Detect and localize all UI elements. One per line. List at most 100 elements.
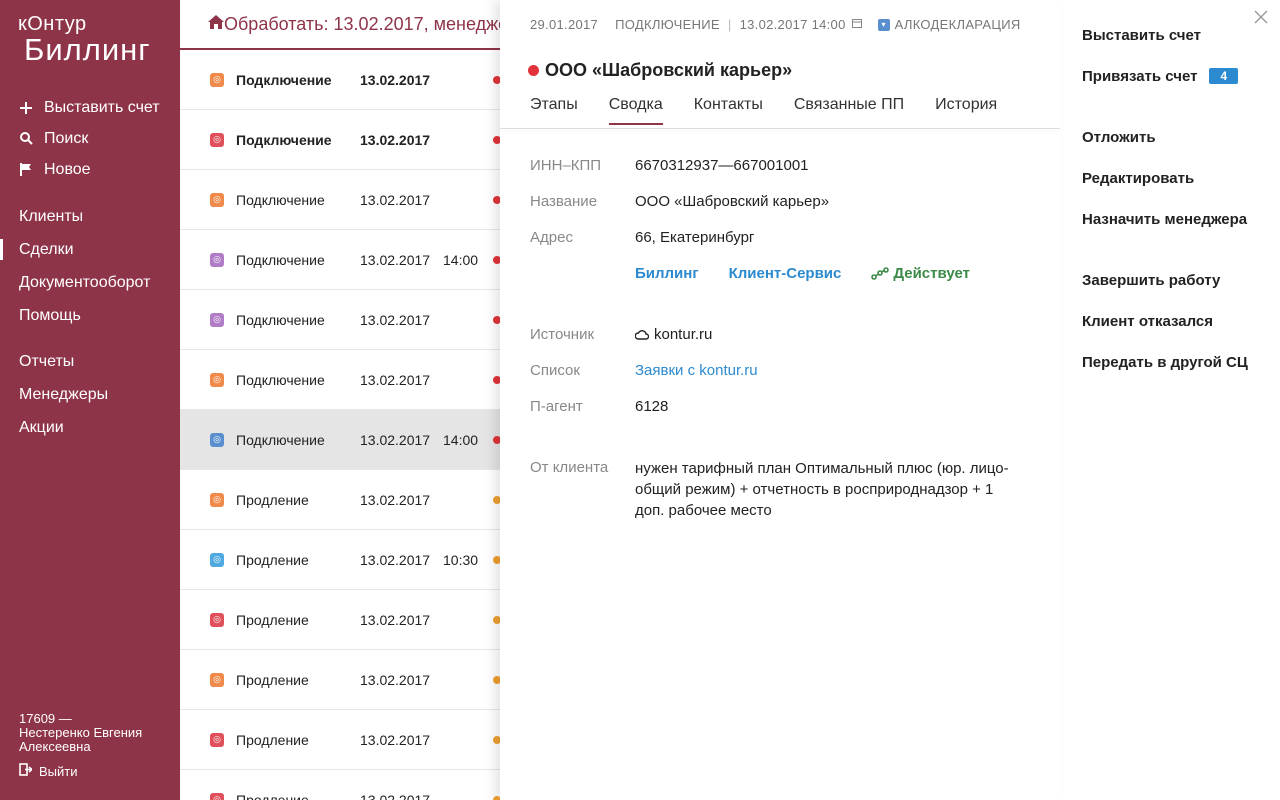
deal-date: 13.02.2017	[360, 791, 431, 800]
close-icon[interactable]	[1252, 8, 1270, 26]
inn-value: 6670312937—667001001	[635, 157, 809, 174]
deal-row[interactable]: ◎ Продление 13.02.2017	[180, 650, 500, 710]
deal-due-date: 13.02.2017 14:00	[739, 17, 846, 32]
deal-row[interactable]: ◎ Подключение 13.02.2017	[180, 50, 500, 110]
postpone-button[interactable]: Отложить	[1082, 129, 1156, 146]
tab-summary[interactable]: Сводка	[608, 96, 663, 125]
quick-actions: Выставить счет Поиск Новое	[20, 92, 160, 185]
quick-create-invoice[interactable]: Выставить счет	[20, 92, 160, 123]
agent-value: 6128	[635, 398, 669, 415]
deal-row[interactable]: ◎ Подключение 13.02.2017	[180, 170, 500, 230]
nav-divider	[0, 332, 180, 345]
brand-logo[interactable]: кОнтур Биллинг	[18, 14, 151, 66]
deal-time: 14:00	[443, 251, 479, 268]
priority-dot	[493, 75, 500, 84]
stage-icon: ◎	[210, 492, 224, 507]
deal-date: 13.02.2017	[360, 671, 431, 688]
deal-time: 10:30	[443, 551, 479, 568]
assign-manager-button[interactable]: Назначить менеджера	[1082, 211, 1247, 228]
home-icon[interactable]	[208, 14, 224, 34]
quick-search-label: Поиск	[44, 129, 89, 147]
client-service-link[interactable]: Клиент-Сервис	[729, 265, 842, 282]
tab-stages[interactable]: Этапы	[530, 96, 578, 125]
source-value: kontur.ru	[635, 326, 712, 343]
deal-rows: ◎ Подключение 13.02.2017 ◎ Подключение 13.02.…	[180, 50, 500, 800]
deal-row[interactable]: ◎ Подключение 13.02.2017 14:00	[180, 230, 500, 290]
tab-contacts[interactable]: Контакты	[694, 96, 763, 125]
actions-panel: Выставить счет Привязать счет 4 Отложить …	[1060, 0, 1280, 800]
deal-row[interactable]: ◎ Продление 13.02.2017 10:30	[180, 530, 500, 590]
deal-type: Продление	[236, 731, 309, 748]
edit-button[interactable]: Редактировать	[1082, 170, 1194, 187]
nav-clients[interactable]: Клиенты	[0, 200, 180, 233]
deal-row[interactable]: ◎ Подключение 13.02.2017	[180, 110, 500, 170]
user-name: Нестеренко Евгения	[19, 725, 143, 740]
deal-row[interactable]: ◎ Подключение 13.02.2017 14:00	[180, 410, 500, 470]
priority-dot	[493, 555, 500, 564]
deal-type: Продление	[236, 791, 309, 800]
meta-divider: |	[727, 17, 732, 32]
tabs-divider	[500, 128, 1060, 129]
source-text: kontur.ru	[654, 326, 713, 343]
stage-icon: ◎	[210, 732, 224, 747]
nav-managers[interactable]: Менеджеры	[0, 378, 180, 411]
deal-row[interactable]: ◎ Подключение 13.02.2017	[180, 350, 500, 410]
quick-search[interactable]: Поиск	[20, 123, 160, 154]
deal-row[interactable]: ◎ Продление 13.02.2017	[180, 590, 500, 650]
brand-logo-bottom: Биллинг	[24, 32, 151, 67]
deal-detail-panel: 29.01.2017 ПОДКЛЮЧЕНИЕ | 13.02.2017 14:0…	[500, 0, 1060, 800]
deal-row[interactable]: ◎ Продление 13.02.2017	[180, 710, 500, 770]
nav-help[interactable]: Помощь	[0, 299, 180, 332]
deal-type: Продление	[236, 491, 309, 508]
plus-icon	[20, 101, 44, 114]
bind-invoice-count: 4	[1209, 68, 1239, 84]
quick-create-invoice-label: Выставить счет	[44, 98, 160, 116]
deal-date: 13.02.2017	[360, 551, 431, 568]
detail-tabs: Этапы Сводка Контакты Связанные ПП Истор…	[530, 96, 1028, 125]
logout-link[interactable]: Выйти	[19, 763, 78, 779]
finish-work-button[interactable]: Завершить работу	[1082, 272, 1220, 289]
deal-row[interactable]: ◎ Продление 13.02.2017	[180, 470, 500, 530]
deal-date: 13.02.2017	[360, 371, 431, 388]
client-status: Действует	[871, 265, 970, 282]
product-icon: ▾	[877, 18, 890, 31]
deal-type: Продление	[236, 611, 309, 628]
deal-type: Подключение	[236, 191, 325, 208]
client-refused-button[interactable]: Клиент отказался	[1082, 313, 1213, 330]
agent-label: П-агент	[530, 398, 583, 415]
deal-date: 13.02.2017	[360, 251, 431, 268]
list-link[interactable]: Заявки с kontur.ru	[635, 362, 758, 379]
comment-label: От клиента	[530, 459, 609, 476]
invoice-button[interactable]: Выставить счет	[1082, 27, 1201, 44]
search-icon	[20, 132, 44, 145]
nav-documents[interactable]: Документооборот	[0, 266, 180, 299]
company-name: ООО «Шабровский карьер»	[545, 60, 793, 80]
calendar-icon[interactable]	[851, 18, 862, 31]
client-status-label: Действует	[893, 265, 970, 282]
billing-link[interactable]: Биллинг	[635, 265, 699, 282]
deal-meta: 29.01.2017 ПОДКЛЮЧЕНИЕ | 13.02.2017 14:0…	[530, 17, 1021, 32]
cloud-icon	[635, 329, 649, 340]
priority-dot	[493, 195, 500, 204]
deal-type: Подключение	[236, 251, 325, 268]
deal-date: 13.02.2017	[360, 191, 431, 208]
nav-reports[interactable]: Отчеты	[0, 345, 180, 378]
deal-date: 13.02.2017	[360, 131, 431, 148]
stage-icon: ◎	[210, 72, 224, 87]
source-label: Источник	[530, 326, 595, 343]
quick-new[interactable]: Новое	[20, 154, 160, 185]
tab-related[interactable]: Связанные ПП	[794, 96, 904, 125]
main-nav: Клиенты Сделки Документооборот Помощь От…	[0, 200, 180, 444]
deal-date: 13.02.2017	[360, 491, 431, 508]
deal-product: АЛКОДЕКЛАРАЦИЯ	[894, 17, 1021, 32]
stage-icon: ◎	[210, 312, 224, 327]
nav-promos[interactable]: Акции	[0, 411, 180, 444]
nav-deals[interactable]: Сделки	[0, 233, 180, 266]
stage-icon: ◎	[210, 192, 224, 207]
bind-invoice-button[interactable]: Привязать счет 4	[1082, 68, 1239, 85]
deal-row[interactable]: ◎ Продление 13.02.2017	[180, 770, 500, 800]
deal-row[interactable]: ◎ Подключение 13.02.2017	[180, 290, 500, 350]
transfer-button[interactable]: Передать в другой СЦ	[1082, 354, 1248, 371]
brand-logo-top: кОнтур	[18, 13, 87, 35]
tab-history[interactable]: История	[935, 96, 997, 125]
